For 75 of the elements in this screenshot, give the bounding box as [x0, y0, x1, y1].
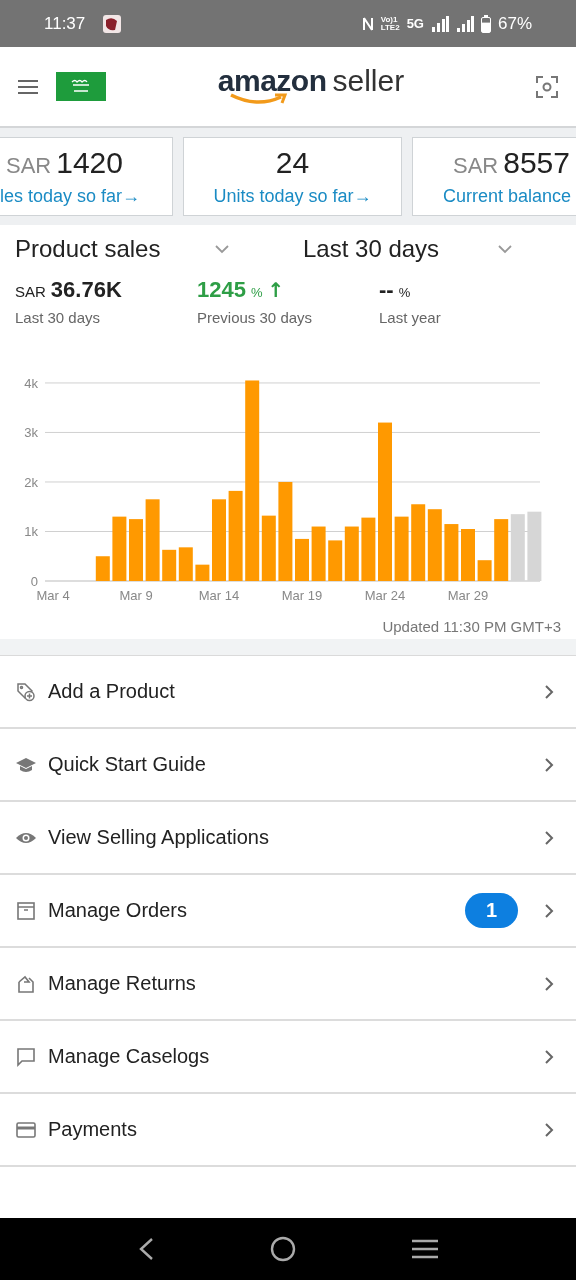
chevron-right-icon	[544, 975, 554, 992]
summary-card[interactable]: 24 Units today so far→	[183, 137, 402, 216]
volte-indicator: Vo)1 LTE2	[380, 15, 400, 32]
chevron-right-icon	[544, 902, 554, 919]
percent-sign: %	[250, 285, 263, 300]
count-badge: 1	[464, 893, 518, 928]
home-icon[interactable]	[270, 1236, 296, 1262]
logo-brand: amazon	[217, 63, 327, 98]
chat-bubble-icon	[16, 1046, 36, 1067]
y-axis-label: 0	[30, 574, 38, 589]
stat-value: --	[379, 277, 394, 303]
x-axis-label: Mar 4	[36, 588, 70, 603]
x-axis-label: Mar 9	[119, 588, 153, 603]
battery-percent: 67%	[497, 13, 532, 34]
scan-icon[interactable]	[536, 75, 558, 98]
summary-link[interactable]: Units today so far→	[213, 186, 372, 207]
menu-label: View Selling Applications	[48, 826, 270, 849]
chevron-down-icon	[214, 244, 230, 254]
x-axis-label: Mar 19	[281, 588, 323, 603]
y-axis-label: 3k	[24, 425, 38, 441]
stat-label: Last 30 days	[15, 309, 102, 326]
summary-value: 24	[275, 146, 310, 180]
stat-value: 36.76K	[50, 277, 122, 303]
y-axis-label: 1k	[24, 524, 38, 540]
summary-card[interactable]: SAR 8557 Current balance	[412, 137, 576, 216]
stat-label: Last year	[379, 309, 442, 326]
tag-plus-icon	[16, 681, 36, 702]
summary-link[interactable]: les today so far→	[0, 186, 141, 207]
summary-value: 8557	[503, 146, 570, 180]
chevron-right-icon	[544, 1048, 554, 1065]
battery-icon	[480, 14, 491, 33]
menu-label: Manage Returns	[48, 972, 197, 995]
app-notification-icon	[102, 13, 123, 34]
x-axis-label: Mar 29	[447, 588, 489, 603]
y-axis-label: 2k	[24, 475, 38, 490]
recents-icon[interactable]	[412, 1239, 438, 1259]
x-axis-label: Mar 24	[364, 588, 406, 603]
logo-product: seller	[332, 63, 405, 98]
updated-time: Updated 11:30 PM GMT+3	[381, 617, 562, 635]
summary-link[interactable]: Current balance	[443, 186, 572, 207]
percent-sign: %	[398, 285, 411, 300]
chevron-right-icon	[544, 683, 554, 700]
card-icon	[16, 1119, 36, 1140]
currency-label: SAR	[15, 283, 46, 300]
y-axis-label: 4k	[24, 375, 38, 391]
chevron-down-icon	[497, 244, 513, 254]
summary-value: 1420	[56, 146, 123, 180]
period-dropdown[interactable]: Last 30 days	[303, 235, 513, 263]
nfc-icon	[361, 15, 374, 32]
status-time: 11:37	[44, 13, 86, 34]
network-type: 5G	[406, 16, 424, 31]
chevron-right-icon	[544, 756, 554, 773]
currency-label: SAR	[453, 153, 499, 179]
x-axis-label: Mar 14	[198, 588, 240, 603]
signal-icon	[455, 15, 474, 32]
chevron-right-icon	[544, 1121, 554, 1138]
flag-icon[interactable]	[56, 72, 106, 101]
back-icon[interactable]	[138, 1237, 154, 1261]
smile-arrow-icon	[229, 91, 289, 106]
menu-label: Payments	[48, 1118, 138, 1141]
menu-icon[interactable]	[18, 78, 38, 95]
menu-label: Manage Caselogs	[48, 1045, 211, 1068]
return-box-icon	[16, 973, 36, 994]
box-icon	[16, 900, 36, 921]
trend-arrow: ↑	[267, 278, 285, 302]
signal-icon	[430, 15, 449, 32]
chevron-right-icon	[544, 829, 554, 846]
stat-label: Previous 30 days	[197, 309, 314, 326]
metric-dropdown[interactable]: Product sales	[15, 235, 230, 263]
menu-label: Manage Orders	[48, 899, 188, 922]
menu-label: Quick Start Guide	[48, 753, 207, 776]
stat-value: 1245	[197, 277, 246, 303]
currency-label: SAR	[6, 153, 52, 179]
summary-card[interactable]: SAR 1420 les today so far→	[0, 137, 173, 216]
menu-label: Add a Product	[48, 680, 176, 703]
